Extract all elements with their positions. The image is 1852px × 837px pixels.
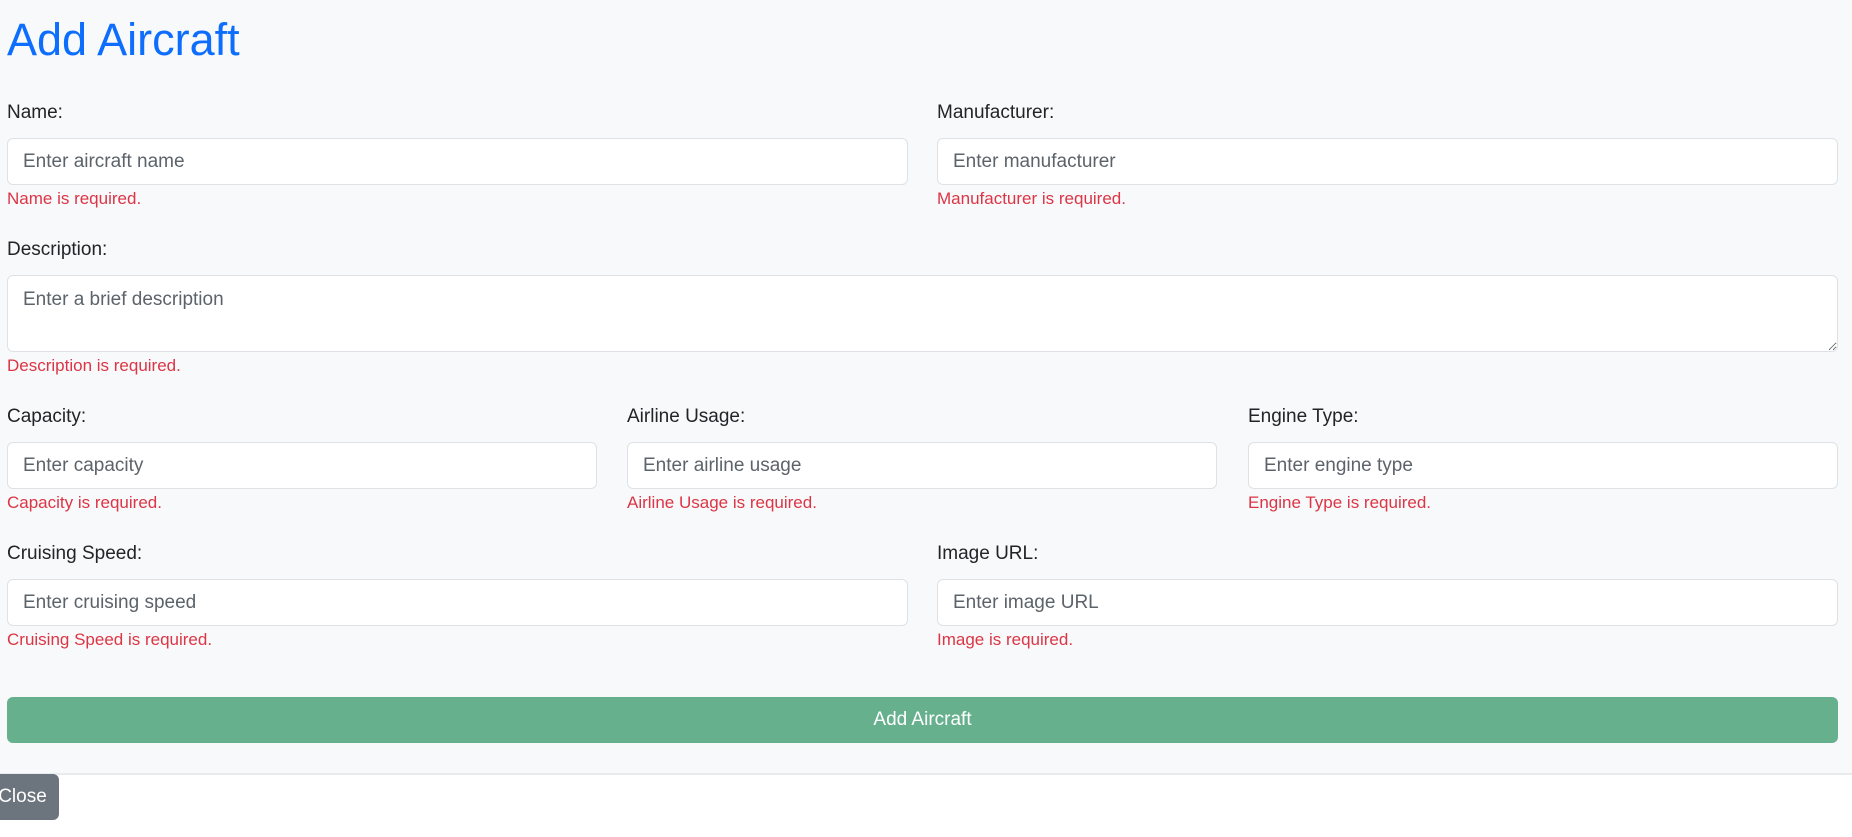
name-label: Name:: [7, 102, 63, 123]
name-error: Name is required.: [7, 189, 142, 208]
close-button[interactable]: Close: [0, 774, 59, 820]
engine-type-input[interactable]: [1248, 442, 1838, 489]
engine-type-label: Engine Type:: [1248, 406, 1359, 427]
image-url-input[interactable]: [937, 579, 1838, 626]
airline-usage-error: Airline Usage is required.: [627, 493, 817, 512]
description-error: Description is required.: [7, 356, 181, 375]
cruising-speed-label: Cruising Speed:: [7, 543, 143, 564]
airline-usage-label: Airline Usage:: [627, 406, 746, 427]
image-url-error: Image is required.: [937, 630, 1074, 649]
add-aircraft-form: Add Aircraft Name: Name is required. Man…: [0, 0, 1852, 775]
manufacturer-input[interactable]: [937, 138, 1838, 185]
name-input[interactable]: [7, 138, 908, 185]
page-title: Add Aircraft: [7, 14, 240, 65]
airline-usage-input[interactable]: [627, 442, 1217, 489]
engine-type-error: Engine Type is required.: [1248, 493, 1432, 512]
image-url-label: Image URL:: [937, 543, 1039, 564]
description-label: Description:: [7, 239, 108, 260]
manufacturer-error: Manufacturer is required.: [937, 189, 1126, 208]
capacity-error: Capacity is required.: [7, 493, 162, 512]
manufacturer-label: Manufacturer:: [937, 102, 1055, 123]
capacity-input[interactable]: [7, 442, 597, 489]
description-textarea[interactable]: [7, 275, 1838, 352]
cruising-speed-error: Cruising Speed is required.: [7, 630, 213, 649]
cruising-speed-input[interactable]: [7, 579, 908, 626]
add-aircraft-button[interactable]: Add Aircraft: [7, 697, 1838, 743]
capacity-label: Capacity:: [7, 406, 87, 427]
